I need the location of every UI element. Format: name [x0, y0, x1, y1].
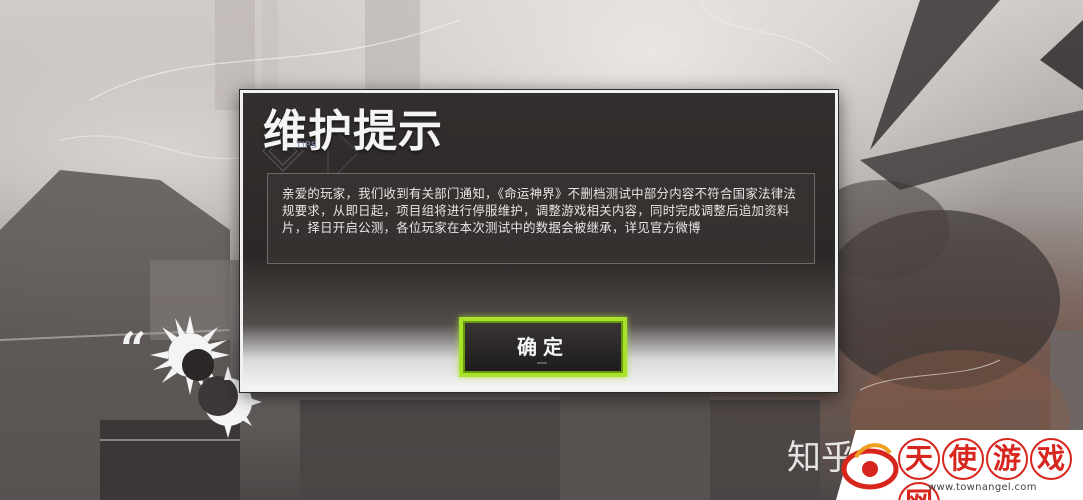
site-name-char: 戏: [1030, 438, 1072, 480]
button-underline-mark: [537, 359, 547, 364]
dialog-tag: TIPS: [296, 141, 318, 151]
dialog-title: 维护提示: [263, 106, 443, 157]
site-url: www.townangel.com: [928, 482, 1037, 493]
confirm-button[interactable]: 确定: [459, 317, 627, 377]
confirm-label: 确定: [517, 334, 569, 359]
quote-mark: “: [120, 322, 147, 376]
site-name-char: 使: [942, 438, 984, 480]
message-box: 亲爱的玩家，我们收到有关部门通知，《命运神界》不删档测试中部分内容不符合国家法律…: [267, 173, 815, 264]
site-logo-icon: [841, 443, 899, 490]
maintenance-message: 亲爱的玩家，我们收到有关部门通知，《命运神界》不删档测试中部分内容不符合国家法律…: [282, 186, 797, 235]
site-name-char: 天: [898, 438, 940, 480]
site-name-char: 游: [986, 438, 1028, 480]
maintenance-dialog: 维护提示 TIPS 亲爱的玩家，我们收到有关部门通知，《命运神界》不删档测试中部…: [240, 90, 838, 392]
